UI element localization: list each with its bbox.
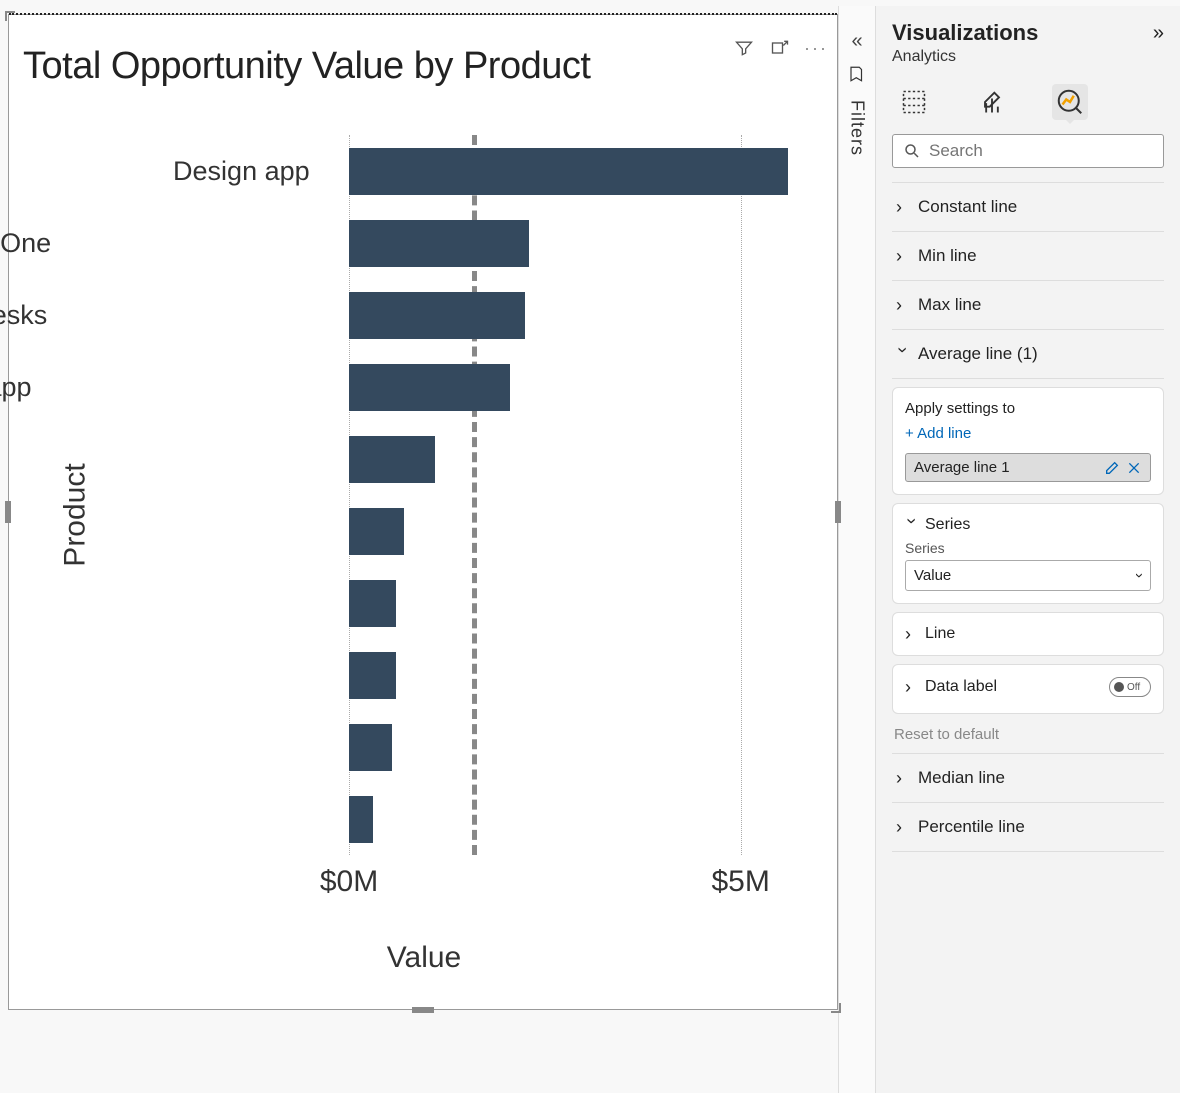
- reset-to-default[interactable]: Reset to default: [894, 726, 1164, 743]
- chevron-right-icon: ›: [896, 769, 910, 787]
- more-options-icon[interactable]: ···: [805, 37, 827, 59]
- collapse-visualizations-icon[interactable]: »: [1153, 22, 1164, 45]
- apply-settings-card: Apply settings to + Add line Average lin…: [892, 387, 1164, 495]
- bar-row: Tablets: [349, 436, 435, 483]
- edit-icon[interactable]: [1104, 460, 1120, 476]
- chevron-right-icon: ›: [905, 678, 919, 696]
- average-line-section[interactable]: › Average line (1): [892, 329, 1164, 379]
- chevron-right-icon: ›: [896, 247, 910, 265]
- bar[interactable]: [349, 580, 396, 627]
- delete-icon[interactable]: [1126, 460, 1142, 476]
- analytics-subtitle: Analytics: [892, 48, 1164, 66]
- bar[interactable]: [349, 436, 435, 483]
- resize-handle-bottom[interactable]: [412, 1007, 434, 1013]
- percentile-line-section[interactable]: › Percentile line: [892, 802, 1164, 852]
- toggle-state-label: Off: [1127, 682, 1140, 693]
- data-label-toggle[interactable]: Off: [1109, 677, 1151, 697]
- x-tick-label: $0M: [320, 865, 378, 899]
- section-label: Max line: [918, 295, 981, 315]
- bar[interactable]: [349, 508, 404, 555]
- data-label-card[interactable]: › Data label Off: [892, 664, 1164, 714]
- section-label: Min line: [918, 246, 977, 266]
- bar-row: Scanners: [349, 508, 404, 555]
- chevron-down-icon[interactable]: ›: [903, 518, 921, 532]
- focus-mode-icon[interactable]: [769, 37, 791, 59]
- visualizations-title: Visualizations: [892, 20, 1038, 46]
- resize-handle-right[interactable]: [835, 501, 841, 523]
- category-label: Design app: [10, 156, 310, 187]
- max-line-section[interactable]: › Max line: [892, 280, 1164, 329]
- constant-line-section[interactable]: › Constant line: [892, 182, 1164, 231]
- visual-filter-icon[interactable]: [733, 37, 755, 59]
- filters-pane-collapsed[interactable]: « Filters: [838, 6, 876, 1093]
- bar[interactable]: [349, 220, 529, 267]
- build-visual-tab[interactable]: [896, 84, 932, 120]
- bar-row: Stand-up Desks: [349, 292, 525, 339]
- chevron-down-icon: ›: [1131, 573, 1148, 578]
- chevron-down-icon: ›: [894, 347, 912, 361]
- data-label-section-label: Data label: [925, 678, 997, 696]
- section-label: Median line: [918, 768, 1005, 788]
- bar-row: Mobile app: [349, 364, 510, 411]
- analytics-search-input[interactable]: [892, 134, 1164, 168]
- chart-visual-container[interactable]: ··· Total Opportunity Value by Product P…: [8, 14, 838, 1010]
- chart-title: Total Opportunity Value by Product: [9, 15, 837, 88]
- category-label: Stand-up Desks: [0, 300, 47, 331]
- bar[interactable]: [349, 724, 392, 771]
- bar-row: Desktops: [349, 724, 392, 771]
- bar[interactable]: [349, 148, 788, 195]
- y-axis-title: Product: [59, 463, 93, 566]
- resize-handle-left[interactable]: [5, 501, 11, 523]
- add-line-button[interactable]: + Add line: [905, 425, 971, 442]
- chevron-right-icon: ›: [905, 625, 919, 643]
- format-visual-tab[interactable]: [974, 84, 1010, 120]
- filters-label: Filters: [847, 100, 868, 156]
- chevron-right-icon: ›: [896, 296, 910, 314]
- median-line-section[interactable]: › Median line: [892, 753, 1164, 802]
- bar[interactable]: [349, 292, 525, 339]
- category-label: Mobile app: [0, 372, 32, 403]
- expand-filters-icon[interactable]: «: [851, 30, 862, 53]
- series-dropdown[interactable]: Value ›: [905, 560, 1151, 591]
- resize-handle-bottom-right[interactable]: [831, 1003, 841, 1013]
- average-line-item[interactable]: Average line 1: [905, 453, 1151, 482]
- visualizations-pane: Visualizations » Analytics › Constant li…: [876, 6, 1180, 1093]
- gridline: [741, 135, 742, 855]
- series-selected-value: Value: [914, 567, 951, 584]
- analytics-tab[interactable]: [1052, 84, 1088, 120]
- section-label: Average line (1): [918, 344, 1038, 364]
- bar-row: All-in-One: [349, 220, 529, 267]
- toggle-knob: [1114, 682, 1124, 692]
- line-section-label: Line: [925, 625, 955, 643]
- bookmark-icon[interactable]: [848, 65, 866, 88]
- apply-settings-label: Apply settings to: [905, 400, 1151, 417]
- min-line-section[interactable]: › Min line: [892, 231, 1164, 280]
- bar-row: Ergonomic Seating: [349, 580, 396, 627]
- series-section-label: Series: [925, 516, 970, 534]
- bar[interactable]: [349, 364, 510, 411]
- x-tick-label: $5M: [711, 865, 769, 899]
- chevron-right-icon: ›: [896, 198, 910, 216]
- resize-handle-top-left[interactable]: [5, 11, 15, 21]
- search-field[interactable]: [929, 141, 1153, 161]
- section-label: Constant line: [918, 197, 1017, 217]
- search-icon: [903, 142, 921, 160]
- bar-row: Design app: [349, 148, 788, 195]
- line-card[interactable]: › Line: [892, 612, 1164, 656]
- chart-plot-area: Product Design app All-in-One Stand-up Des…: [29, 135, 819, 895]
- bar[interactable]: [349, 652, 396, 699]
- chevron-right-icon: ›: [896, 818, 910, 836]
- average-line-item-label: Average line 1: [914, 459, 1010, 476]
- bar-row: Webcams: [349, 796, 373, 843]
- section-label: Percentile line: [918, 817, 1025, 837]
- bar-row: Laser Printers: [349, 652, 396, 699]
- series-card: › Series Series Value ›: [892, 503, 1164, 604]
- x-axis-title: Value: [29, 941, 819, 975]
- bar[interactable]: [349, 796, 373, 843]
- series-field-label: Series: [905, 540, 1151, 556]
- category-label: All-in-One: [0, 228, 51, 259]
